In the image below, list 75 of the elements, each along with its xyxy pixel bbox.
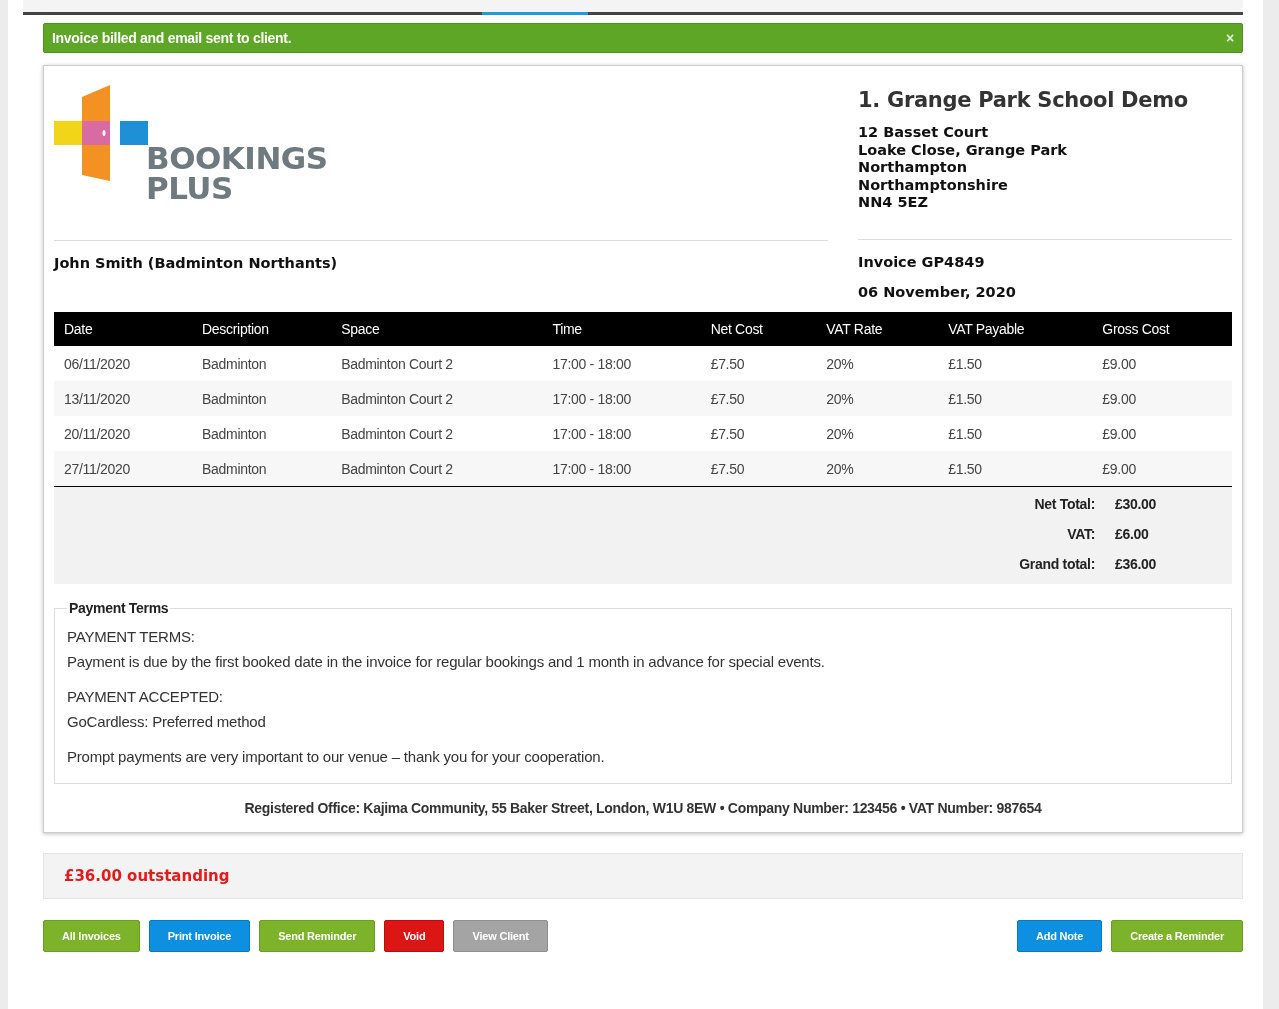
table-cell: £9.00	[1092, 346, 1232, 381]
table-cell: 06/11/2020	[54, 346, 193, 381]
table-cell: Badminton Court 2	[331, 381, 543, 416]
address-line: Loake Close, Grange Park	[858, 141, 1068, 159]
column-header: Description	[192, 312, 332, 346]
column-header: Space	[331, 312, 543, 346]
action-button[interactable]: Void	[384, 920, 445, 952]
table-cell: Badminton	[192, 416, 332, 451]
table-cell: Badminton	[192, 451, 332, 486]
square-icon	[120, 121, 148, 145]
table-cell: £9.00	[1092, 381, 1232, 416]
total-value: £30.00	[1115, 495, 1158, 514]
total-value: £6.00	[1115, 525, 1150, 544]
column-header: Date	[54, 312, 193, 346]
column-header: Gross Cost	[1092, 312, 1232, 346]
table-cell: 17:00 - 18:00	[542, 451, 701, 486]
logo-text: BOOKINGS	[146, 143, 328, 173]
close-button[interactable]: ×	[1226, 30, 1234, 46]
footer-text: Registered Office: Kajima Community, 55 Baker Street, London, W1U 8EW • Company Number: 123456 • VAT Number: 987654	[243, 800, 1043, 816]
table-cell: 17:00 - 18:00	[542, 346, 701, 381]
table-cell: £7.50	[700, 381, 817, 416]
terms-text: PAYMENT TERMS:	[67, 628, 196, 645]
outstanding-amount: £36.00 outstanding	[64, 867, 230, 885]
table-cell: Badminton Court 2	[331, 416, 543, 451]
panel-title: Payment Terms	[68, 600, 170, 616]
column-header: VAT Payable	[938, 312, 1093, 346]
table-cell: 13/11/2020	[54, 381, 193, 416]
terms-text: Payment is due by the first booked date in the invoice for regular bookings and 1 month in advance for special events.	[67, 653, 826, 670]
table-cell: £1.50	[938, 381, 1093, 416]
table-cell: 20/11/2020	[54, 416, 193, 451]
action-button[interactable]: All Invoices	[43, 920, 140, 952]
address-line: NN4 5EZ	[858, 194, 929, 212]
table-cell: £7.50	[700, 346, 817, 381]
table-cell: Badminton Court 2	[331, 346, 543, 381]
column-header: Time	[542, 312, 701, 346]
table-cell: £1.50	[938, 346, 1093, 381]
table-cell: 17:00 - 18:00	[542, 381, 701, 416]
action-button[interactable]: View Client	[453, 920, 548, 952]
client-name: John Smith (Badminton Northants)	[54, 255, 339, 271]
table-cell: £1.50	[938, 416, 1093, 451]
action-button[interactable]: Create a Reminder	[1111, 920, 1243, 952]
column-header: Net Cost	[700, 312, 817, 346]
table-cell: Badminton	[192, 381, 332, 416]
address-line: Northamptonshire	[858, 176, 1009, 194]
invoice-number: Invoice GP4849	[858, 254, 986, 270]
terms-text: Prompt payments are very important to our venue – thank you for your cooperation.	[67, 748, 606, 765]
total-value: £36.00	[1115, 555, 1158, 574]
venue-name: 1. Grange Park School Demo	[858, 88, 1189, 112]
table-cell: 27/11/2020	[54, 451, 193, 486]
table-cell: £9.00	[1092, 416, 1232, 451]
table-cell: Badminton Court 2	[331, 451, 543, 486]
column-header: VAT Rate	[816, 312, 939, 346]
table-cell: £9.00	[1092, 451, 1232, 486]
table-cell: £7.50	[700, 451, 817, 486]
action-button[interactable]: Send Reminder	[259, 920, 376, 952]
terms-text: GoCardless: Preferred method	[67, 713, 267, 730]
action-button[interactable]: Add Note	[1016, 920, 1103, 952]
alert-message: Invoice billed and email sent to client.	[52, 30, 292, 46]
table-cell: 20%	[816, 451, 939, 486]
table-cell: 20%	[816, 381, 939, 416]
action-button[interactable]: Print Invoice	[148, 920, 251, 952]
table-cell: 17:00 - 18:00	[542, 416, 701, 451]
total-label: Grand total:	[1018, 555, 1096, 574]
table-cell: 20%	[816, 416, 939, 451]
address-line: Northampton	[858, 159, 968, 177]
total-label: Net Total:	[1033, 495, 1096, 514]
terms-text: PAYMENT ACCEPTED:	[67, 688, 224, 705]
table-cell: Badminton	[192, 346, 332, 381]
table-cell: £7.50	[700, 416, 817, 451]
total-label: VAT:	[1066, 525, 1096, 544]
invoice-date: 06 November, 2020	[858, 284, 1017, 300]
address-line: 12 Basset Court	[858, 124, 990, 142]
table-cell: 20%	[816, 346, 939, 381]
table-cell: £1.50	[938, 451, 1093, 486]
logo-text: PLUS	[146, 173, 234, 203]
